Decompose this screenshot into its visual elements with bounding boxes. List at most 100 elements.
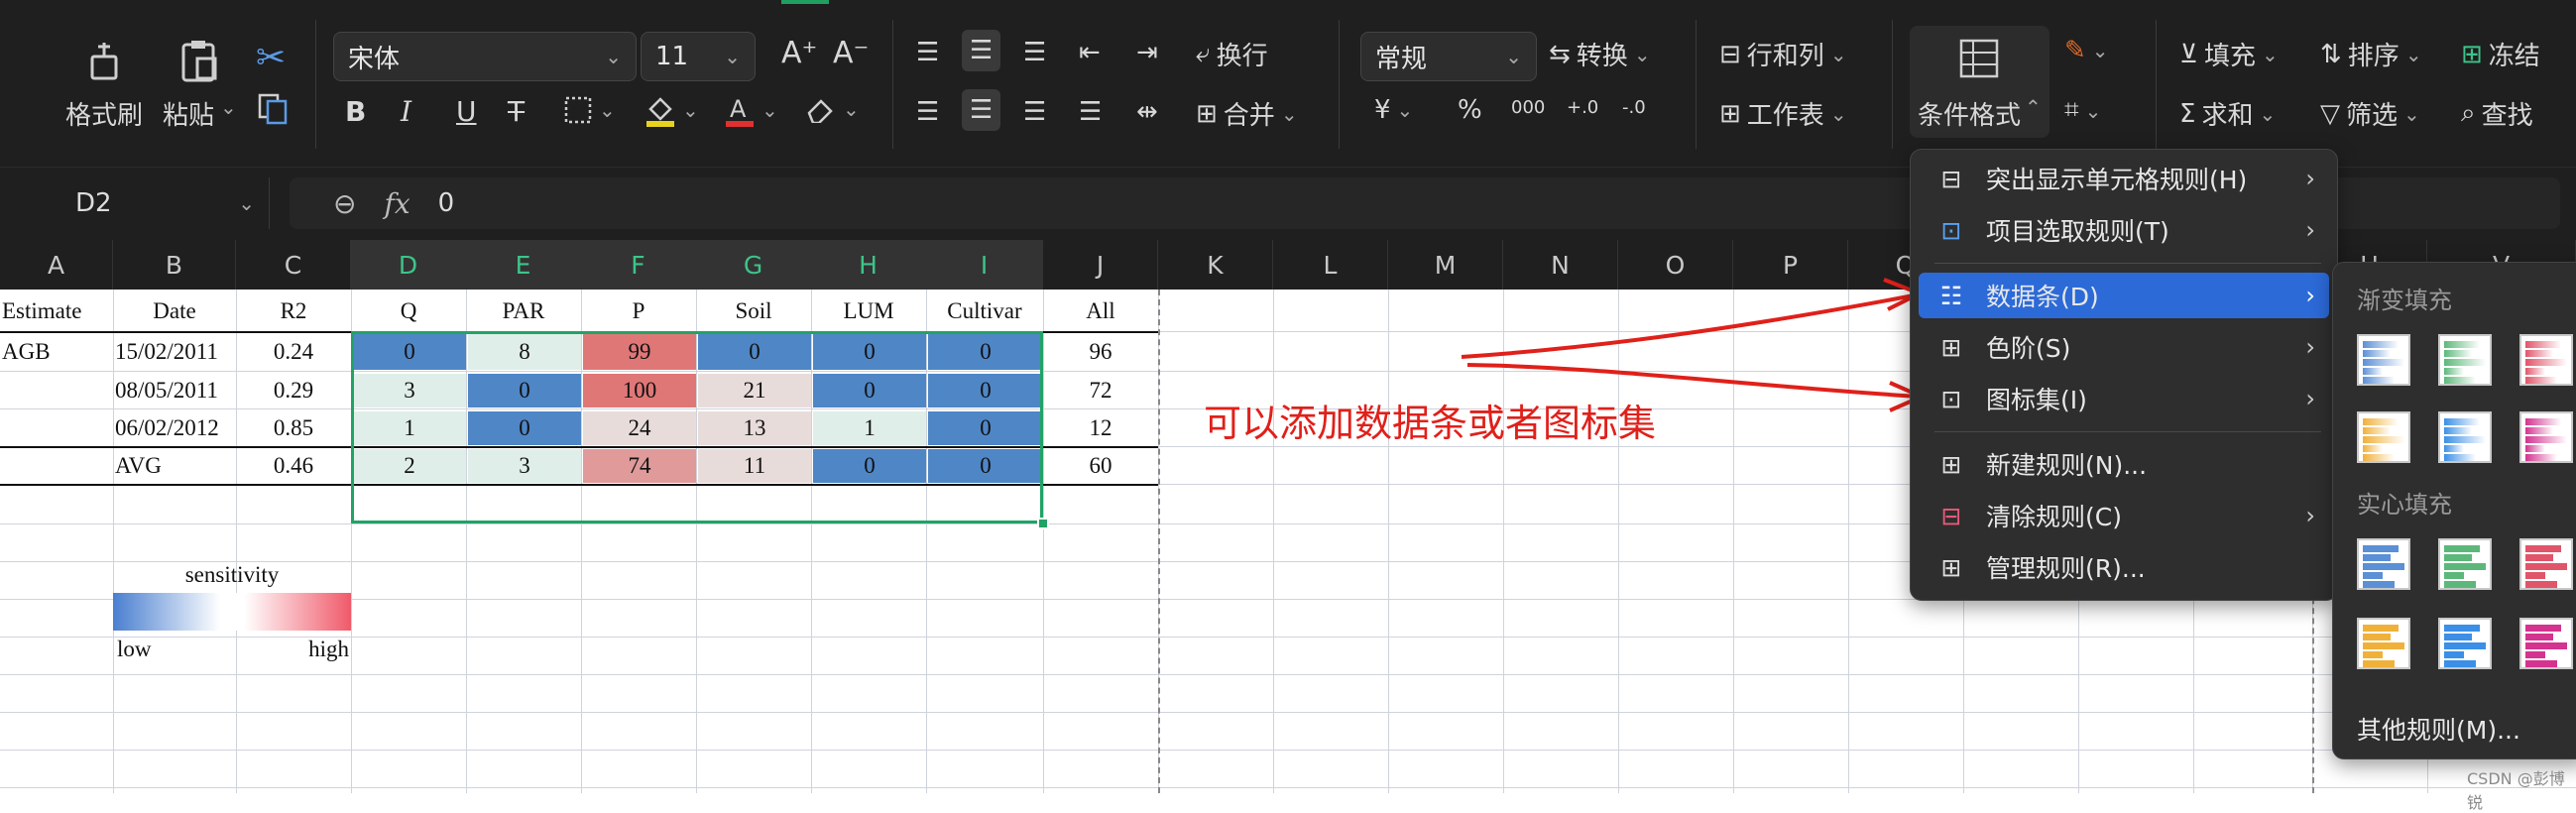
data-bar-segment [2363, 545, 2399, 552]
data-bar-segment [2444, 341, 2480, 348]
data-bar-segment [2525, 642, 2567, 649]
data-bar-segment [2525, 545, 2561, 552]
chevron-right-icon: › [2305, 333, 2315, 361]
menu-item-label: 项目选取规则(T) [1986, 217, 2169, 246]
data-bar-segment [2444, 651, 2464, 658]
data-bar-segment [2363, 368, 2383, 375]
data-bar-segment [2363, 554, 2391, 561]
gradient-fill-label: 渐变填充 [2357, 287, 2452, 314]
menu-item-top-bottom-rules[interactable]: ⊡ 项目选取规则(T) › [1919, 207, 2329, 253]
menu-item-color-scales[interactable]: ⊞ 色阶(S) › [1919, 324, 2329, 370]
data-bar-style-option[interactable] [2519, 411, 2573, 463]
menu-item-label: 清除规则(C) [1986, 503, 2122, 531]
data-bar-segment [2525, 554, 2553, 561]
watermark: CSDN @彭博锐 [2467, 769, 2565, 812]
icon-sets-icon: ⊡ [1940, 384, 1962, 413]
data-bar-style-option[interactable] [2357, 334, 2410, 386]
menu-item-label: 新建规则(N)... [1986, 451, 2148, 480]
highlight-rules-icon: ⊟ [1940, 164, 1962, 193]
data-bar-segment [2525, 634, 2553, 640]
data-bar-style-option[interactable] [2438, 618, 2492, 669]
data-bar-style-option[interactable] [2357, 538, 2410, 590]
data-bar-segment [2363, 418, 2399, 425]
data-bar-segment [2444, 660, 2476, 667]
data-bar-segment [2363, 436, 2404, 443]
data-bar-segment [2525, 572, 2545, 579]
conditional-format-menu: ⊟ 突出显示单元格规则(H) › ⊡ 项目选取规则(T) › ☷ 数据条(D) › ⊞ 色阶(… [1910, 149, 2338, 601]
data-bar-segment [2363, 642, 2404, 649]
data-bar-segment [2444, 642, 2486, 649]
data-bar-segment [2363, 563, 2404, 570]
menu-item-label: 数据条(D) [1986, 283, 2099, 311]
menu-item-highlight-rules[interactable]: ⊟ 突出显示单元格规则(H) › [1919, 156, 2329, 201]
data-bar-segment [2444, 634, 2472, 640]
data-bar-style-option[interactable] [2519, 334, 2573, 386]
data-bar-segment [2363, 651, 2383, 658]
data-bar-style-option[interactable] [2357, 411, 2410, 463]
data-bar-segment [2444, 377, 2476, 384]
new-rule-icon: ⊞ [1940, 449, 1962, 479]
color-scales-icon: ⊞ [1940, 332, 1962, 362]
data-bar-segment [2525, 427, 2553, 434]
data-bar-segment [2444, 418, 2480, 425]
data-bar-segment [2525, 651, 2545, 658]
data-bars-submenu: 渐变填充 实心填充 其他规则(M)... [2332, 262, 2576, 759]
data-bar-segment [2363, 350, 2391, 357]
data-bar-segment [2444, 454, 2476, 461]
data-bar-segment [2525, 377, 2557, 384]
chevron-right-icon: › [2305, 385, 2315, 412]
data-bar-segment [2444, 625, 2480, 632]
menu-separator [1934, 431, 2321, 432]
data-bar-segment [2363, 454, 2395, 461]
data-bar-style-option[interactable] [2357, 618, 2410, 669]
data-bar-style-option[interactable] [2438, 334, 2492, 386]
chevron-right-icon: › [2305, 216, 2315, 244]
data-bar-segment [2444, 581, 2476, 588]
data-bar-segment [2444, 545, 2480, 552]
clear-rules-icon: ⊟ [1940, 501, 1962, 530]
top-rules-icon: ⊡ [1940, 215, 1962, 245]
data-bar-style-option[interactable] [2438, 538, 2492, 590]
menu-item-label: 色阶(S) [1986, 334, 2071, 363]
manage-rules-icon: ⊞ [1940, 552, 1962, 582]
data-bar-segment [2444, 427, 2472, 434]
menu-item-icon-sets[interactable]: ⊡ 图标集(I) › [1919, 376, 2329, 421]
data-bar-segment [2525, 418, 2561, 425]
menu-item-label: 图标集(I) [1986, 386, 2087, 414]
menu-item-label: 突出显示单元格规则(H) [1986, 166, 2248, 194]
data-bar-segment [2363, 445, 2383, 452]
chevron-right-icon: › [2305, 165, 2315, 192]
chevron-right-icon: › [2305, 282, 2315, 309]
menu-separator [1934, 263, 2321, 264]
data-bar-segment [2525, 436, 2567, 443]
data-bar-segment [2444, 563, 2486, 570]
menu-item-new-rule[interactable]: ⊞ 新建规则(N)... [1919, 441, 2329, 487]
data-bar-segment [2525, 581, 2557, 588]
data-bar-style-option[interactable] [2519, 618, 2573, 669]
data-bar-segment [2525, 454, 2557, 461]
data-bar-style-option[interactable] [2438, 411, 2492, 463]
data-bar-segment [2525, 341, 2561, 348]
data-bar-segment [2525, 445, 2545, 452]
data-bar-segment [2444, 359, 2486, 366]
data-bar-segment [2525, 625, 2561, 632]
data-bar-segment [2444, 572, 2464, 579]
menu-item-label: 管理规则(R)... [1986, 554, 2146, 583]
chevron-right-icon: › [2305, 502, 2315, 529]
menu-item-data-bars[interactable]: ☷ 数据条(D) › [1919, 273, 2329, 318]
data-bar-segment [2363, 581, 2395, 588]
data-bar-segment [2525, 368, 2545, 375]
menu-item-clear-rules[interactable]: ⊟ 清除规则(C) › [1919, 493, 2329, 538]
data-bar-segment [2363, 377, 2395, 384]
data-bar-segment [2363, 341, 2399, 348]
menu-item-manage-rules[interactable]: ⊞ 管理规则(R)... [1919, 544, 2329, 590]
data-bar-style-option[interactable] [2519, 538, 2573, 590]
data-bar-segment [2525, 563, 2567, 570]
more-rules-item[interactable]: 其他规则(M)... [2357, 711, 2520, 747]
data-bar-segment [2525, 359, 2567, 366]
data-bar-segment [2363, 427, 2391, 434]
data-bar-segment [2444, 445, 2464, 452]
data-bar-segment [2363, 625, 2399, 632]
data-bar-segment [2444, 350, 2472, 357]
data-bar-segment [2363, 660, 2395, 667]
